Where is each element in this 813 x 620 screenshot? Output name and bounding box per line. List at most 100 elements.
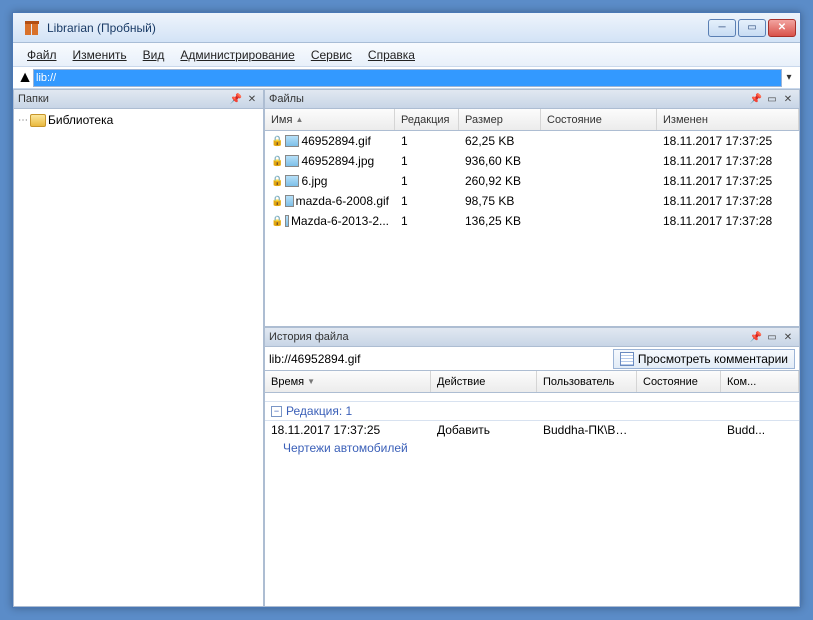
- notebook-icon: [620, 352, 634, 366]
- file-row[interactable]: 🔒46952894.jpg1936,60 KB18.11.2017 17:37:…: [265, 151, 799, 171]
- history-subentry[interactable]: Чертежи автомобилей: [265, 439, 799, 457]
- file-modified: 18.11.2017 17:37:28: [657, 214, 799, 228]
- history-row[interactable]: 18.11.2017 17:37:25 Добавить Buddha-ПК\B…: [265, 421, 799, 439]
- menu-help[interactable]: Справка: [360, 46, 423, 64]
- folders-pane: Папки 📌 ✕ ⋯ Библиотека: [13, 89, 264, 607]
- file-revision: 1: [395, 174, 459, 188]
- expand-icon[interactable]: ⋯: [18, 115, 28, 126]
- lock-icon: 🔒: [271, 176, 283, 187]
- address-dropdown-icon[interactable]: ▾: [782, 72, 796, 83]
- view-comments-label: Просмотреть комментарии: [638, 352, 788, 366]
- close-pane-icon[interactable]: ✕: [781, 92, 795, 106]
- col-modified[interactable]: Изменен: [657, 109, 799, 130]
- history-uri: lib://46952894.gif: [269, 352, 613, 366]
- window-controls: ─ ▭ ✕: [708, 19, 796, 37]
- file-name: 46952894.gif: [301, 134, 370, 148]
- folder-tree[interactable]: ⋯ Библиотека: [13, 109, 264, 607]
- address-bar: ▲ ▾: [13, 67, 800, 89]
- app-window: Librarian (Пробный) ─ ▭ ✕ Файл Изменить …: [12, 12, 801, 608]
- close-pane-icon[interactable]: ✕: [781, 330, 795, 344]
- menu-admin[interactable]: Администрирование: [172, 46, 302, 64]
- view-comments-button[interactable]: Просмотреть комментарии: [613, 349, 795, 369]
- file-modified: 18.11.2017 17:37:25: [657, 174, 799, 188]
- history-user: Buddha-ПК\Bud...: [537, 423, 637, 437]
- up-icon[interactable]: ▲: [17, 69, 33, 87]
- image-icon: [285, 195, 293, 207]
- history-state: [637, 423, 721, 437]
- image-icon: [285, 135, 299, 147]
- menu-view[interactable]: Вид: [135, 46, 173, 64]
- file-modified: 18.11.2017 17:37:28: [657, 194, 799, 208]
- file-size: 136,25 KB: [459, 214, 541, 228]
- image-icon: [285, 175, 299, 187]
- pin-icon[interactable]: 📌: [229, 92, 243, 106]
- history-pane: История файла 📌 ▭ ✕ lib://46952894.gif П…: [264, 327, 800, 607]
- revision-group[interactable]: − Редакция: 1: [265, 401, 799, 421]
- right-pane: Файлы 📌 ▭ ✕ Имя▲ Редакция Размер Состоян…: [264, 89, 800, 607]
- tree-root-label: Библиотека: [48, 113, 113, 127]
- files-title: Файлы: [269, 93, 304, 105]
- files-header[interactable]: Файлы 📌 ▭ ✕: [264, 89, 800, 109]
- history-time: 18.11.2017 17:37:25: [265, 423, 431, 437]
- col-size[interactable]: Размер: [459, 109, 541, 130]
- history-title: История файла: [269, 331, 349, 343]
- menubar: Файл Изменить Вид Администрирование Серв…: [13, 43, 800, 67]
- maximize-button[interactable]: ▭: [738, 19, 766, 37]
- files-pane: Файлы 📌 ▭ ✕ Имя▲ Редакция Размер Состоян…: [264, 89, 800, 327]
- col-name[interactable]: Имя▲: [265, 109, 395, 130]
- col-revision[interactable]: Редакция: [395, 109, 459, 130]
- file-row[interactable]: 🔒 6.jpg 1260,92 KB 18.11.2017 17:37:25: [265, 171, 799, 191]
- folder-icon: [30, 114, 46, 127]
- minimize-button[interactable]: ─: [708, 19, 736, 37]
- hcol-time[interactable]: Время▼: [265, 371, 431, 392]
- sort-asc-icon: ▲: [295, 115, 303, 124]
- file-name: 6.jpg: [301, 174, 327, 188]
- file-modified: 18.11.2017 17:37:25: [657, 134, 799, 148]
- pin-icon[interactable]: 📌: [749, 92, 763, 106]
- collapse-icon[interactable]: −: [271, 406, 282, 417]
- maximize-pane-icon[interactable]: ▭: [765, 92, 779, 106]
- folders-header[interactable]: Папки 📌 ✕: [13, 89, 264, 109]
- file-size: 936,60 KB: [459, 154, 541, 168]
- folders-title: Папки: [18, 93, 49, 105]
- window-title: Librarian (Пробный): [47, 21, 708, 35]
- file-name: 46952894.jpg: [301, 154, 374, 168]
- hcol-state[interactable]: Состояние: [637, 371, 721, 392]
- file-modified: 18.11.2017 17:37:28: [657, 154, 799, 168]
- file-row[interactable]: 🔒Mazda-6-2013-2...1136,25 KB18.11.2017 1…: [265, 211, 799, 231]
- file-revision: 1: [395, 154, 459, 168]
- content-area: Папки 📌 ✕ ⋯ Библиотека Файлы 📌 ▭: [13, 89, 800, 607]
- lock-icon: 🔒: [271, 196, 283, 207]
- hcol-user[interactable]: Пользователь: [537, 371, 637, 392]
- menu-file[interactable]: Файл: [19, 46, 65, 64]
- file-name: Mazda-6-2013-2...: [291, 214, 389, 228]
- titlebar[interactable]: Librarian (Пробный) ─ ▭ ✕: [13, 13, 800, 43]
- pin-icon[interactable]: 📌: [749, 330, 763, 344]
- col-state[interactable]: Состояние: [541, 109, 657, 130]
- history-header[interactable]: История файла 📌 ▭ ✕: [264, 327, 800, 347]
- file-row[interactable]: 🔒mazda-6-2008.gif198,75 KB18.11.2017 17:…: [265, 191, 799, 211]
- hcol-action[interactable]: Действие: [431, 371, 537, 392]
- hcol-comment[interactable]: Ком...: [721, 371, 799, 392]
- files-list[interactable]: 🔒46952894.gif162,25 KB18.11.2017 17:37:2…: [264, 131, 800, 327]
- file-revision: 1: [395, 194, 459, 208]
- file-row[interactable]: 🔒 46952894.gif 162,25 KB 18.11.2017 17:37:2…: [265, 131, 799, 151]
- lock-icon: 🔒: [271, 136, 283, 147]
- menu-service[interactable]: Сервис: [303, 46, 360, 64]
- close-button[interactable]: ✕: [768, 19, 796, 37]
- history-columns: Время▼ Действие Пользователь Состояние К…: [264, 371, 800, 393]
- app-icon: [23, 19, 41, 37]
- history-comment: Budd...: [721, 423, 799, 437]
- close-pane-icon[interactable]: ✕: [245, 92, 259, 106]
- menu-edit[interactable]: Изменить: [65, 46, 135, 64]
- file-size: 260,92 KB: [459, 174, 541, 188]
- lock-icon: 🔒: [271, 216, 283, 227]
- tree-root[interactable]: ⋯ Библиотека: [18, 113, 259, 127]
- maximize-pane-icon[interactable]: ▭: [765, 330, 779, 344]
- history-body[interactable]: − Редакция: 1 18.11.2017 17:37:25 Добави…: [264, 393, 800, 607]
- file-name: mazda-6-2008.gif: [296, 194, 389, 208]
- file-revision: 1: [395, 134, 459, 148]
- image-icon: [285, 215, 288, 227]
- address-input[interactable]: [33, 69, 782, 87]
- file-size: 62,25 KB: [459, 134, 541, 148]
